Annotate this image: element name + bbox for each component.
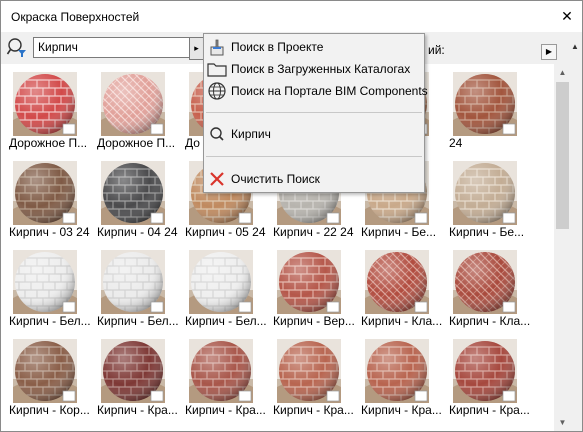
search-options-menu: Поиск в Проекте Поиск в Загруженных Ката… (203, 33, 428, 193)
close-icon[interactable]: ✕ (552, 1, 582, 31)
material-swatch (453, 250, 517, 314)
window-edge (571, 64, 582, 431)
material-label: Кирпич - 04 24 (97, 225, 178, 239)
clear-x-icon (210, 172, 224, 186)
menu-separator (206, 156, 422, 157)
material-label: Дорожное П... (97, 136, 176, 150)
material-tile[interactable]: Кирпич - Кра... (185, 335, 273, 424)
search-input[interactable] (33, 37, 191, 58)
menu-item-search-bim-portal[interactable]: Поиск на Портале BIM Components (204, 80, 428, 102)
material-label: Кирпич - Кла... (361, 314, 443, 328)
menu-item-label: Очистить Поиск (231, 172, 320, 186)
scroll-down-icon[interactable]: ▼ (554, 414, 571, 431)
material-label: Кирпич - Бе... (449, 225, 525, 239)
material-tile[interactable]: Кирпич - Бел... (97, 246, 185, 335)
material-label: Кирпич - Кра... (273, 403, 354, 417)
material-tile[interactable]: Кирпич - Бел... (9, 246, 97, 335)
menu-item-clear-search[interactable]: Очистить Поиск (204, 168, 424, 190)
toolbar-label: ий: (428, 43, 445, 57)
material-swatch (13, 161, 77, 225)
scroll-thumb[interactable] (556, 82, 569, 229)
material-tile[interactable]: Кирпич - Кла... (361, 246, 449, 335)
title-bar: Окраска Поверхностей ✕ (1, 1, 582, 32)
material-swatch (13, 72, 77, 136)
material-label: Кирпич - Кор... (9, 403, 90, 417)
material-label: Дорожное П... (9, 136, 88, 150)
material-swatch (453, 339, 517, 403)
material-tile[interactable]: Кирпич - Кра... (449, 335, 537, 424)
material-label: Кирпич - 22 24 (273, 225, 354, 239)
brush-bucket-icon (210, 39, 224, 56)
material-swatch (101, 161, 165, 225)
menu-separator (206, 112, 422, 113)
material-tile[interactable]: 24 (449, 68, 537, 157)
material-label: Кирпич - Кра... (97, 403, 178, 417)
menu-item-label: Поиск на Портале BIM Components (231, 84, 428, 98)
material-swatch (13, 250, 77, 314)
collapse-icon[interactable]: ▲ (571, 42, 579, 51)
material-swatch (277, 339, 341, 403)
menu-item-search-loaded-catalogs[interactable]: Поиск в Загруженных Каталогах (204, 58, 424, 80)
material-tile[interactable]: Дорожное П... (9, 68, 97, 157)
globe-icon (208, 82, 226, 100)
material-swatch (365, 339, 429, 403)
material-label: Кирпич - Кла... (449, 314, 531, 328)
material-label: Кирпич - Бел... (185, 314, 267, 328)
material-tile[interactable]: Кирпич - Кла... (449, 246, 537, 335)
material-label: Кирпич - 03 24 (9, 225, 90, 239)
material-tile[interactable]: Кирпич - Кра... (273, 335, 361, 424)
material-tile[interactable]: Кирпич - Вер... (273, 246, 361, 335)
chevron-right-icon[interactable]: ▶ (541, 44, 557, 60)
material-tile[interactable]: Кирпич - 04 24 (97, 157, 185, 246)
menu-item-label: Поиск в Загруженных Каталогах (231, 62, 411, 76)
material-tile[interactable]: Кирпич - Бе... (449, 157, 537, 246)
material-label: Кирпич - 05 24 (185, 225, 266, 239)
window-title: Окраска Поверхностей (11, 10, 140, 24)
menu-item-label: Кирпич (231, 127, 271, 141)
menu-item-recent-search[interactable]: Кирпич (204, 123, 424, 145)
material-label: Кирпич - Бе... (361, 225, 437, 239)
menu-item-search-project[interactable]: Поиск в Проекте (204, 36, 424, 58)
folder-icon (207, 63, 227, 77)
material-tile[interactable]: Дорожное П... (97, 68, 185, 157)
search-icon (210, 127, 224, 141)
material-tile[interactable]: Кирпич - Кор... (9, 335, 97, 424)
material-swatch (453, 72, 517, 136)
material-label: Кирпич - Бел... (97, 314, 179, 328)
material-swatch (453, 161, 517, 225)
material-swatch (365, 250, 429, 314)
material-label: Кирпич - Вер... (273, 314, 355, 328)
material-swatch (189, 250, 253, 314)
material-label: Кирпич - Бел... (9, 314, 91, 328)
material-swatch (101, 250, 165, 314)
vertical-scrollbar[interactable]: ▲ ▼ (554, 64, 571, 431)
material-swatch (189, 339, 253, 403)
material-label: Кирпич - Кра... (449, 403, 530, 417)
material-tile[interactable]: Кирпич - Кра... (97, 335, 185, 424)
menu-item-label: Поиск в Проекте (231, 40, 324, 54)
material-swatch (277, 250, 341, 314)
material-tile[interactable]: Кирпич - Кра... (361, 335, 449, 424)
search-filter-icon[interactable] (6, 37, 28, 59)
material-label: Кирпич - Кра... (361, 403, 442, 417)
search-options-dropdown[interactable]: ▸ (189, 37, 204, 60)
material-label: Кирпич - Кра... (185, 403, 266, 417)
material-label: 24 (449, 136, 463, 150)
material-swatch (13, 339, 77, 403)
material-swatch (101, 72, 165, 136)
material-swatch (101, 339, 165, 403)
scroll-up-icon[interactable]: ▲ (554, 64, 571, 81)
material-tile[interactable]: Кирпич - 03 24 (9, 157, 97, 246)
material-tile[interactable]: Кирпич - Бел... (185, 246, 273, 335)
surface-painting-window: Окраска Поверхностей ✕ ▸ ий: ▶ ▲ (0, 0, 583, 432)
